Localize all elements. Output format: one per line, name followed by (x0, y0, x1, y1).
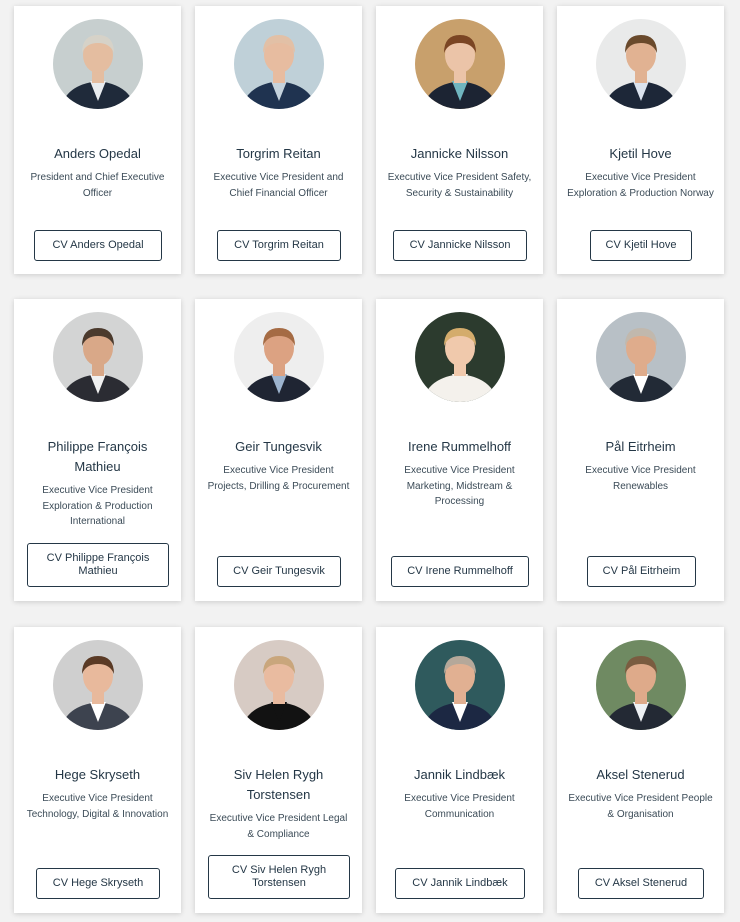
cv-button[interactable]: CV Torgrim Reitan (217, 230, 341, 261)
avatar (53, 640, 143, 730)
person-name: Kjetil Hove (609, 146, 672, 161)
person-role: Executive Vice President Communication (404, 793, 515, 820)
portrait-image (234, 640, 324, 730)
portrait-image (415, 19, 505, 109)
portrait-image (53, 640, 143, 730)
person-name: Siv Helen Rygh Torstensen (233, 767, 324, 802)
portrait-image (53, 19, 143, 109)
portrait-image (53, 312, 143, 402)
portrait-image (415, 312, 505, 402)
person-card: Irene Rummelhoff Executive Vice Presiden… (376, 299, 543, 601)
person-role: Executive Vice President and Chief Finan… (213, 172, 344, 199)
portrait-image (234, 312, 324, 402)
person-name: Aksel Stenerud (596, 767, 685, 782)
person-name: Anders Opedal (54, 146, 141, 161)
person-card: Siv Helen Rygh Torstensen Executive Vice… (195, 627, 362, 913)
cv-button[interactable]: CV Philippe François Mathieu (27, 543, 169, 587)
person-name: Jannicke Nilsson (410, 146, 509, 161)
cv-button[interactable]: CV Kjetil Hove (590, 230, 692, 261)
avatar (53, 312, 143, 402)
person-card: Aksel Stenerud Executive Vice President … (557, 627, 724, 913)
leadership-grid: Anders Opedal President and Chief Execut… (0, 0, 740, 922)
person-role: Executive Vice President Technology, Dig… (26, 793, 169, 820)
cv-button[interactable]: CV Pål Eitrheim (587, 556, 696, 587)
cv-button[interactable]: CV Anders Opedal (34, 230, 162, 261)
person-name: Pål Eitrheim (605, 439, 676, 454)
avatar (596, 19, 686, 109)
person-role: Executive Vice President Safety, Securit… (387, 172, 532, 199)
person-name: Geir Tungesvik (235, 439, 322, 454)
person-card: Geir Tungesvik Executive Vice President … (195, 299, 362, 601)
avatar (234, 19, 324, 109)
person-card: Philippe François Mathieu Executive Vice… (14, 299, 181, 601)
person-card: Hege Skryseth Executive Vice President T… (14, 627, 181, 913)
person-role: Executive Vice President Projects, Drill… (207, 465, 350, 492)
person-role: President and Chief Executive Officer (30, 172, 165, 199)
person-card: Jannicke Nilsson Executive Vice Presiden… (376, 6, 543, 274)
person-name: Torgrim Reitan (236, 146, 321, 161)
portrait-image (596, 312, 686, 402)
person-role: Executive Vice President People & Organi… (568, 793, 713, 820)
portrait-image (415, 640, 505, 730)
avatar (234, 640, 324, 730)
person-name: Jannik Lindbæk (413, 767, 506, 782)
person-role: Executive Vice President Marketing, Mids… (404, 465, 515, 507)
person-card: Pål Eitrheim Executive Vice President Re… (557, 299, 724, 601)
portrait-image (234, 19, 324, 109)
cv-button[interactable]: CV Jannicke Nilsson (393, 230, 527, 261)
person-card: Torgrim Reitan Executive Vice President … (195, 6, 362, 274)
avatar (415, 640, 505, 730)
cv-button[interactable]: CV Irene Rummelhoff (391, 556, 529, 587)
person-card: Kjetil Hove Executive Vice President Exp… (557, 6, 724, 274)
cv-button[interactable]: CV Hege Skryseth (36, 868, 160, 899)
person-name: Philippe François Mathieu (47, 439, 148, 474)
person-role: Executive Vice President Renewables (585, 465, 696, 492)
person-role: Executive Vice President Exploration & P… (567, 172, 714, 199)
avatar (596, 640, 686, 730)
cv-button[interactable]: CV Aksel Stenerud (578, 868, 704, 899)
avatar (234, 312, 324, 402)
portrait-image (596, 640, 686, 730)
person-name: Irene Rummelhoff (407, 439, 512, 454)
avatar (415, 312, 505, 402)
person-card: Anders Opedal President and Chief Execut… (14, 6, 181, 274)
avatar (596, 312, 686, 402)
avatar (53, 19, 143, 109)
avatar (415, 19, 505, 109)
person-role: Executive Vice President Legal & Complia… (209, 813, 348, 840)
person-card: Jannik Lindbæk Executive Vice President … (376, 627, 543, 913)
person-name: Hege Skryseth (54, 767, 141, 782)
cv-button[interactable]: CV Jannik Lindbæk (395, 868, 525, 899)
cv-button[interactable]: CV Geir Tungesvik (217, 556, 341, 587)
portrait-image (596, 19, 686, 109)
person-role: Executive Vice President Exploration & P… (42, 485, 153, 527)
cv-button[interactable]: CV Siv Helen Rygh Torstensen (208, 855, 350, 899)
